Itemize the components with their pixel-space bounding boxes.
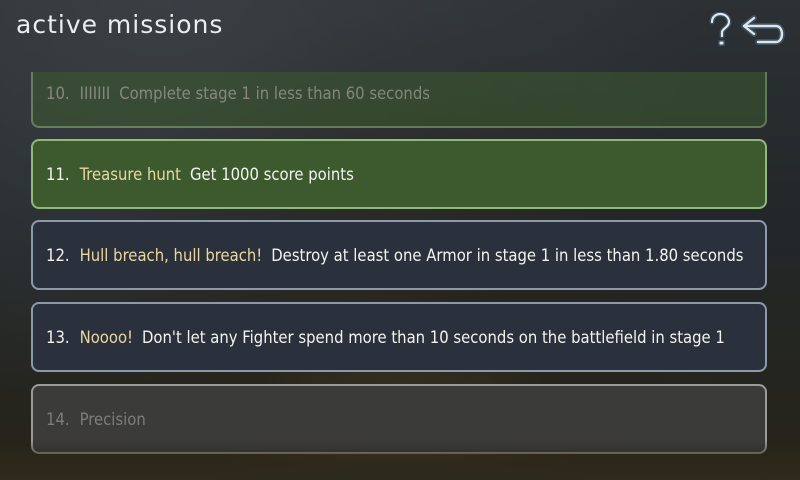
question-mark-icon[interactable]: [706, 12, 734, 48]
mission-card[interactable]: 13. Noooo! Don't let any Fighter spend m…: [31, 302, 767, 372]
missions-list[interactable]: 10. IIIIIII Complete stage 1 in less tha…: [0, 72, 800, 480]
mission-card[interactable]: 10. IIIIIII Complete stage 1 in less tha…: [31, 72, 767, 128]
mission-number: 11.: [46, 164, 70, 184]
mission-number: 10.: [46, 83, 70, 103]
mission-name: Noooo!: [79, 327, 133, 347]
mission-card[interactable]: 12. Hull breach, hull breach! Destroy at…: [31, 220, 767, 290]
mission-number: 12.: [46, 245, 70, 265]
mission-number: 14.: [46, 409, 70, 429]
back-arrow-icon[interactable]: [740, 14, 788, 46]
mission-description: Don't let any Fighter spend more than 10…: [141, 327, 725, 347]
mission-number: 13.: [46, 327, 70, 347]
screen-title: active missions: [16, 10, 224, 39]
bottom-fade: [0, 440, 800, 480]
mission-name: Treasure hunt: [79, 164, 181, 184]
mission-name: Precision: [79, 409, 146, 429]
mission-description: Get 1000 score points: [190, 164, 354, 184]
mission-name: Hull breach, hull breach!: [79, 245, 263, 265]
mission-description: Destroy at least one Armor in stage 1 in…: [271, 245, 744, 265]
mission-name: IIIIIII: [79, 83, 111, 103]
mission-description: Complete stage 1 in less than 60 seconds: [119, 83, 430, 103]
mission-card[interactable]: 11. Treasure hunt Get 1000 score points: [31, 139, 767, 209]
